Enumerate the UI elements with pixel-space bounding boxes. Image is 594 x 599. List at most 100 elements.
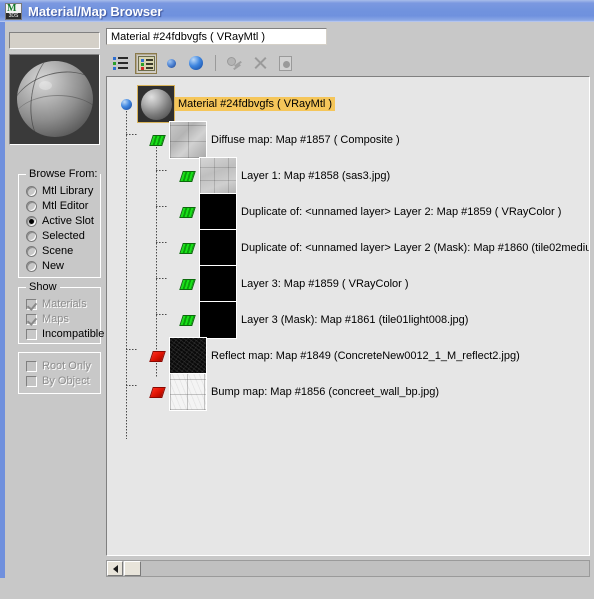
checkbox-indicator	[26, 360, 37, 372]
green-map-icon	[179, 206, 196, 218]
view-large-icons-icon[interactable]	[185, 53, 207, 74]
browse-from-title: Browse From:	[26, 168, 101, 180]
radio-label: Mtl Editor	[42, 200, 89, 212]
node-thumbnail	[199, 301, 237, 339]
node-label: Material #24fdbvgfs ( VRayMtl )	[175, 97, 336, 111]
node-thumbnail	[199, 157, 237, 195]
green-map-icon	[179, 242, 196, 254]
scroll-left-arrow[interactable]	[107, 561, 123, 576]
node-thumbnail	[169, 373, 207, 411]
checkbox-label: Root Only	[42, 360, 91, 372]
node-label: Layer 3 (Mask): Map #1861 (tile01light00…	[241, 314, 469, 326]
tree-connector	[156, 170, 168, 171]
radio-indicator	[26, 245, 37, 257]
checkbox-label: By Object	[42, 375, 90, 387]
checkbox-indicator	[26, 298, 37, 310]
tree-node-layer2-mask[interactable]: Duplicate of: <unnamed layer> Layer 2 (M…	[179, 229, 589, 267]
material-name-input[interactable]	[9, 32, 100, 49]
checkbox-indicator	[26, 328, 37, 340]
left-panel: Browse From: Mtl Library Mtl Editor Acti…	[5, 22, 106, 578]
preview-sphere-icon	[17, 61, 93, 137]
view-list-icons-icon[interactable]	[135, 52, 157, 74]
red-map-icon	[149, 350, 166, 362]
radio-indicator	[26, 260, 37, 272]
checkbox-label: Materials	[42, 298, 87, 310]
tree-node-layer2[interactable]: Duplicate of: <unnamed layer> Layer 2: M…	[179, 193, 562, 231]
green-map-icon	[179, 278, 196, 290]
radio-indicator	[26, 215, 37, 227]
node-label: Bump map: Map #1856 (concreet_wall_bp.jp…	[211, 386, 440, 398]
node-label: Diffuse map: Map #1857 ( Composite )	[211, 134, 400, 146]
checkbox-maps: Maps	[26, 312, 69, 326]
tree-node-layer3-mask[interactable]: Layer 3 (Mask): Map #1861 (tile01light00…	[179, 301, 469, 339]
material-sphere-icon	[121, 98, 132, 110]
view-small-icons-icon[interactable]	[160, 53, 182, 74]
tree-connector	[156, 242, 168, 243]
green-map-icon	[179, 170, 196, 182]
checkbox-label: Maps	[42, 313, 69, 325]
show-group: Show Materials Maps Incompatible	[18, 281, 104, 344]
horizontal-scrollbar[interactable]	[106, 560, 590, 577]
right-panel: Material #24fdbvgfs ( VRayMtl ) Material…	[106, 28, 590, 577]
bottom-rail	[0, 578, 594, 599]
toolbar-separator	[215, 55, 216, 71]
radio-active-slot[interactable]: Active Slot	[26, 214, 94, 228]
checkbox-label: Incompatible	[42, 328, 105, 340]
tree-connector	[156, 314, 168, 315]
node-thumbnail	[169, 121, 207, 159]
scrollbar-thumb[interactable]	[124, 561, 141, 576]
radio-label: Scene	[42, 245, 74, 257]
tree-connector	[126, 349, 138, 350]
node-label: Reflect map: Map #1849 (ConcreteNew0012_…	[211, 350, 520, 362]
tree-node-bump[interactable]: Bump map: Map #1856 (concreet_wall_bp.jp…	[149, 373, 440, 411]
browser-toolbar	[106, 50, 590, 76]
checkbox-incompatible[interactable]: Incompatible	[26, 327, 104, 341]
tree-node-root[interactable]: Material #24fdbvgfs ( VRayMtl )	[121, 85, 336, 123]
tree-connector	[156, 278, 168, 279]
browse-from-group: Browse From: Mtl Library Mtl Editor Acti…	[18, 168, 101, 278]
material-preview[interactable]	[9, 54, 100, 145]
radio-mtl-editor[interactable]: Mtl Editor	[26, 199, 88, 213]
material-tree-panel[interactable]: Material #24fdbvgfs ( VRayMtl ) Diffuse …	[106, 76, 590, 556]
tree-connector	[126, 385, 138, 386]
red-map-icon	[149, 386, 166, 398]
radio-label: Selected	[42, 230, 85, 242]
node-label: Duplicate of: <unnamed layer> Layer 2: M…	[241, 206, 562, 218]
radio-mtl-library[interactable]: Mtl Library	[26, 184, 93, 198]
green-map-icon	[149, 134, 166, 146]
delete-icon[interactable]	[249, 53, 271, 74]
radio-label: Active Slot	[42, 215, 94, 227]
radio-scene[interactable]: Scene	[26, 244, 73, 258]
view-list-icon[interactable]	[110, 53, 132, 74]
radio-selected[interactable]: Selected	[26, 229, 85, 243]
radio-indicator	[26, 200, 37, 212]
tree-connector	[126, 134, 138, 135]
scrollbar-track[interactable]	[141, 561, 589, 576]
radio-new[interactable]: New	[26, 259, 64, 273]
show-group-title: Show	[26, 281, 60, 293]
material-tree: Material #24fdbvgfs ( VRayMtl ) Diffuse …	[107, 77, 589, 555]
checkbox-indicator	[26, 375, 37, 387]
checkbox-materials: Materials	[26, 297, 87, 311]
material-path-field[interactable]: Material #24fdbvgfs ( VRayMtl )	[106, 28, 327, 45]
node-thumbnail	[169, 337, 207, 375]
radio-label: New	[42, 260, 65, 272]
update-scene-materials-icon[interactable]	[224, 53, 246, 74]
app-icon-sub: 3DS	[6, 12, 21, 19]
3dsmax-icon: M 3DS	[5, 2, 22, 20]
tree-node-layer3[interactable]: Layer 3: Map #1859 ( VRayColor )	[179, 265, 409, 303]
checkbox-indicator	[26, 313, 37, 325]
clear-material-library-icon[interactable]	[274, 53, 296, 74]
node-thumbnail	[199, 265, 237, 303]
filters-group: Root Only By Object	[18, 352, 101, 394]
window-title: Material/Map Browser	[28, 3, 163, 19]
tree-node-reflect[interactable]: Reflect map: Map #1849 (ConcreteNew0012_…	[149, 337, 520, 375]
radio-label: Mtl Library	[42, 185, 94, 197]
tree-connector	[156, 206, 168, 207]
radio-indicator	[26, 185, 37, 197]
title-bar: M 3DS Material/Map Browser	[0, 0, 594, 22]
tree-node-diffuse[interactable]: Diffuse map: Map #1857 ( Composite )	[149, 121, 400, 159]
tree-node-layer1[interactable]: Layer 1: Map #1858 (sas3.jpg)	[179, 157, 390, 195]
tree-connector	[126, 99, 127, 439]
node-label: Duplicate of: <unnamed layer> Layer 2 (M…	[241, 242, 589, 254]
